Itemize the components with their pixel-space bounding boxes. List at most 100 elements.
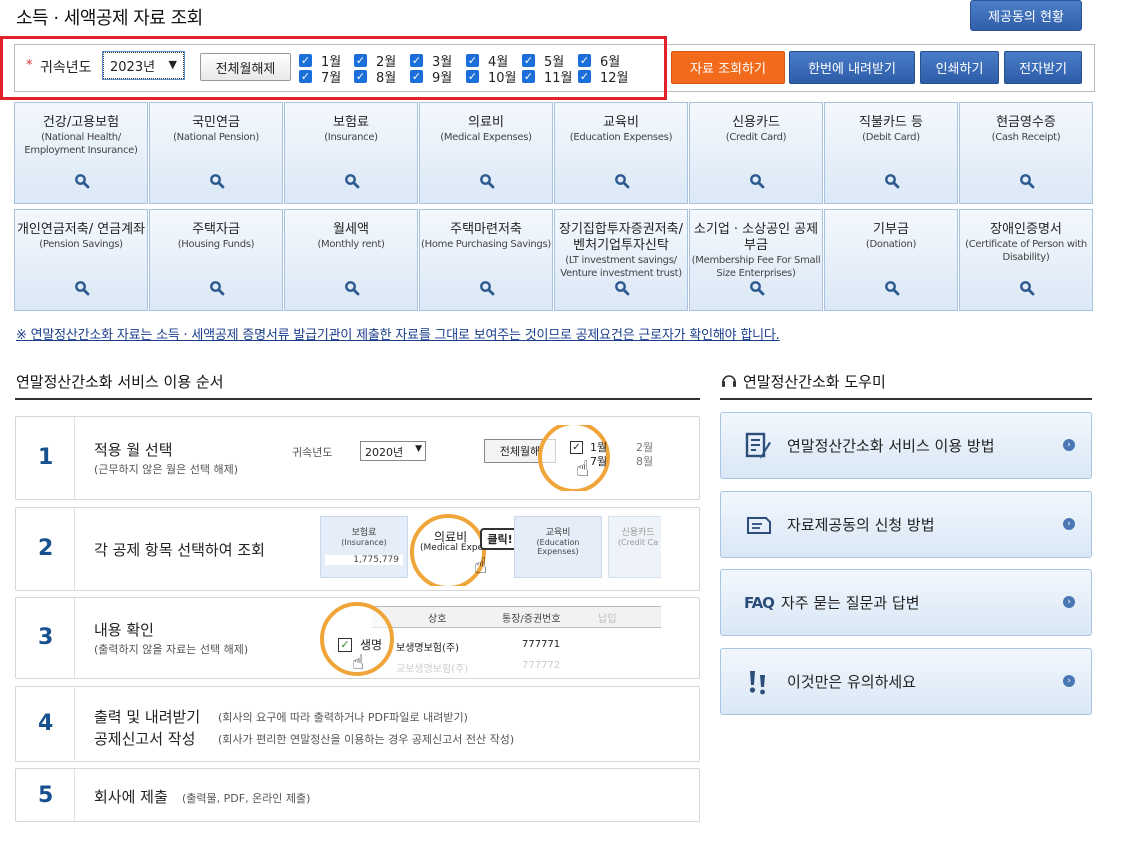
- exclamation-icon: [743, 666, 775, 698]
- category-tile[interactable]: 신용카드 (Credit Card): [689, 102, 823, 204]
- illus-row-company: 보생명보험(주): [396, 643, 460, 654]
- category-label: 개인연금저축/ 연금계좌: [16, 222, 146, 237]
- category-tile[interactable]: 장애인증명서 (Certificate of Person with Disabi…: [959, 209, 1093, 311]
- step-title: 회사에 제출: [94, 788, 168, 806]
- checkbox-checked-icon[interactable]: ✓: [578, 69, 591, 83]
- step-separator: [74, 769, 75, 821]
- month-label: 11월: [544, 70, 573, 86]
- uncheck-all-button[interactable]: 전체월해제: [200, 53, 291, 81]
- checkbox-checked-icon[interactable]: ✓: [410, 53, 423, 67]
- search-icon: [344, 173, 360, 189]
- search-icon: [209, 173, 225, 189]
- helper-caution[interactable]: 이것만은 유의하세요 ›: [720, 648, 1092, 715]
- category-tile[interactable]: 직불카드 등 (Debit Card): [824, 102, 958, 204]
- checkbox-checked-icon[interactable]: ✓: [578, 53, 591, 67]
- helper-label: 연말정산간소화 서비스 이용 방법: [787, 437, 995, 455]
- illus-checkbox: ✓: [338, 638, 352, 652]
- year-select-value: 2023년: [110, 60, 156, 75]
- step-number: 3: [38, 625, 54, 650]
- category-tile[interactable]: 의료비 (Medical Expenses): [419, 102, 553, 204]
- category-tile[interactable]: 월세액 (Monthly rent): [284, 209, 418, 311]
- category-label: 장기집합투자증권저축/ 벤처기업투자신탁: [559, 222, 683, 253]
- checkbox-checked-icon[interactable]: ✓: [522, 69, 535, 83]
- category-label-en: (Insurance): [324, 132, 378, 143]
- month-label: 10월: [488, 70, 517, 86]
- step-separator: [74, 598, 75, 678]
- month-checkbox-8[interactable]: ✓ 8월: [354, 68, 396, 86]
- step-separator: [74, 508, 75, 590]
- step-subtitle: (출력물, PDF, 온라인 제출): [182, 792, 311, 805]
- print-button[interactable]: 인쇄하기: [920, 51, 999, 84]
- illus-card-insurance: 보험료 (Insurance) 1,775,779: [320, 516, 408, 578]
- step-3: 3 내용 확인 (출력하지 않을 자료는 선택 해제) 상호 통장/증권번호 납…: [15, 597, 700, 679]
- step-5: 5 회사에 제출 (출력물, PDF, 온라인 제출): [15, 768, 700, 822]
- illus-card-en: (Insurance): [341, 538, 387, 547]
- category-label: 기부금: [873, 222, 909, 237]
- month-checkbox-10[interactable]: ✓ 10월: [466, 68, 517, 86]
- search-icon: [884, 173, 900, 189]
- checkbox-checked-icon[interactable]: ✓: [466, 53, 479, 67]
- illus-card-value: 1,775,779: [325, 555, 403, 565]
- step-separator: [74, 687, 75, 761]
- helper-faq[interactable]: FAQ 자주 묻는 질문과 답변 ›: [720, 569, 1092, 636]
- e-receive-button[interactable]: 전자받기: [1004, 51, 1082, 84]
- month-checkbox-12[interactable]: ✓ 12월: [578, 68, 629, 86]
- month-checkbox-11[interactable]: ✓ 11월: [522, 68, 573, 86]
- category-label-en: (National Health/ Employment Insurance): [24, 132, 138, 156]
- category-label-en: (Pension Savings): [39, 239, 123, 250]
- step-title: 각 공제 항목 선택하여 조회: [94, 541, 265, 559]
- category-label-en: (Education Expenses): [569, 132, 673, 143]
- helper-consent-guide[interactable]: 자료제공동의 신청 방법 ›: [720, 491, 1092, 558]
- search-icon: [479, 173, 495, 189]
- category-tile[interactable]: 교육비 (Education Expenses): [554, 102, 688, 204]
- step-number: 4: [38, 711, 54, 736]
- illus-year-label: 귀속년도: [292, 446, 333, 459]
- helper-label: 이것만은 유의하세요: [787, 673, 916, 691]
- search-icon: [209, 280, 225, 296]
- category-tile[interactable]: 국민연금 (National Pension): [149, 102, 283, 204]
- step-2-illustration: 보험료 (Insurance) 1,775,779 의료비 (Medical E…: [316, 514, 661, 586]
- category-tile[interactable]: 건강/고용보험 (National Health/ Employment Insu…: [14, 102, 148, 204]
- category-tile[interactable]: 기부금 (Donation): [824, 209, 958, 311]
- category-label-en: (Credit Card): [725, 132, 787, 143]
- checkbox-checked-icon[interactable]: ✓: [466, 69, 479, 83]
- chevron-right-icon: ›: [1063, 596, 1075, 608]
- category-tile[interactable]: 주택마련저축 (Home Purchasing Savings): [419, 209, 553, 311]
- checkbox-checked-icon[interactable]: ✓: [354, 69, 367, 83]
- category-label-en: (Certificate of Person with Disability): [965, 239, 1087, 263]
- steps-section-title: 연말정산간소화 서비스 이용 순서: [16, 373, 224, 391]
- checkbox-checked-icon[interactable]: ✓: [299, 69, 312, 83]
- category-tile[interactable]: 보험료 (Insurance): [284, 102, 418, 204]
- step-subtitle: (근무하지 않은 월은 선택 해제): [94, 463, 239, 476]
- search-button[interactable]: 자료 조회하기: [671, 51, 785, 84]
- category-label-en: (National Pension): [173, 132, 259, 143]
- search-icon: [749, 280, 765, 296]
- search-icon: [614, 173, 630, 189]
- illus-card-en: (Education Expenses): [536, 538, 580, 556]
- category-label-en: (Housing Funds): [177, 239, 255, 250]
- helper-usage-guide[interactable]: 연말정산간소화 서비스 이용 방법 ›: [720, 412, 1092, 479]
- month-checkboxes: ✓ 1월 ✓ 2월 ✓ 3월 ✓ 4월 ✓ 5월 ✓ 6월 ✓ 7월 ✓ 8월 ✓ 9월 ✓ 10월 ✓ 11월 ✓ 12월: [299, 52, 644, 86]
- category-label-en: (Medical Expenses): [440, 132, 532, 143]
- month-checkbox-7[interactable]: ✓ 7월: [299, 68, 341, 86]
- category-tile[interactable]: 소기업 · 소상공인 공제부금 (Membership Fee For Small…: [689, 209, 823, 311]
- chevron-right-icon: ›: [1063, 439, 1075, 451]
- checkbox-checked-icon[interactable]: ✓: [354, 53, 367, 67]
- category-tile[interactable]: 주택자금 (Housing Funds): [149, 209, 283, 311]
- document-pen-icon: [743, 430, 775, 462]
- category-tile[interactable]: 현금영수증 (Cash Receipt): [959, 102, 1093, 204]
- checkbox-checked-icon[interactable]: ✓: [299, 53, 312, 67]
- category-tile[interactable]: 개인연금저축/ 연금계좌 (Pension Savings): [14, 209, 148, 311]
- search-icon: [614, 280, 630, 296]
- year-label: 귀속년도: [40, 60, 92, 76]
- checkbox-checked-icon[interactable]: ✓: [522, 53, 535, 67]
- step-title: 내용 확인: [94, 621, 154, 639]
- category-tile[interactable]: 장기집합투자증권저축/ 벤처기업투자신탁 (LT investment savin…: [554, 209, 688, 311]
- download-all-button[interactable]: 한번에 내려받기: [789, 51, 915, 84]
- category-label: 신용카드: [732, 115, 780, 130]
- illus-card-credit: 신용카드 (Credit Ca: [608, 516, 661, 578]
- status-button[interactable]: 제공동의 현황: [970, 0, 1082, 31]
- year-select[interactable]: 2023년 ▼: [102, 51, 185, 80]
- month-checkbox-9[interactable]: ✓ 9월: [410, 68, 452, 86]
- checkbox-checked-icon[interactable]: ✓: [410, 69, 423, 83]
